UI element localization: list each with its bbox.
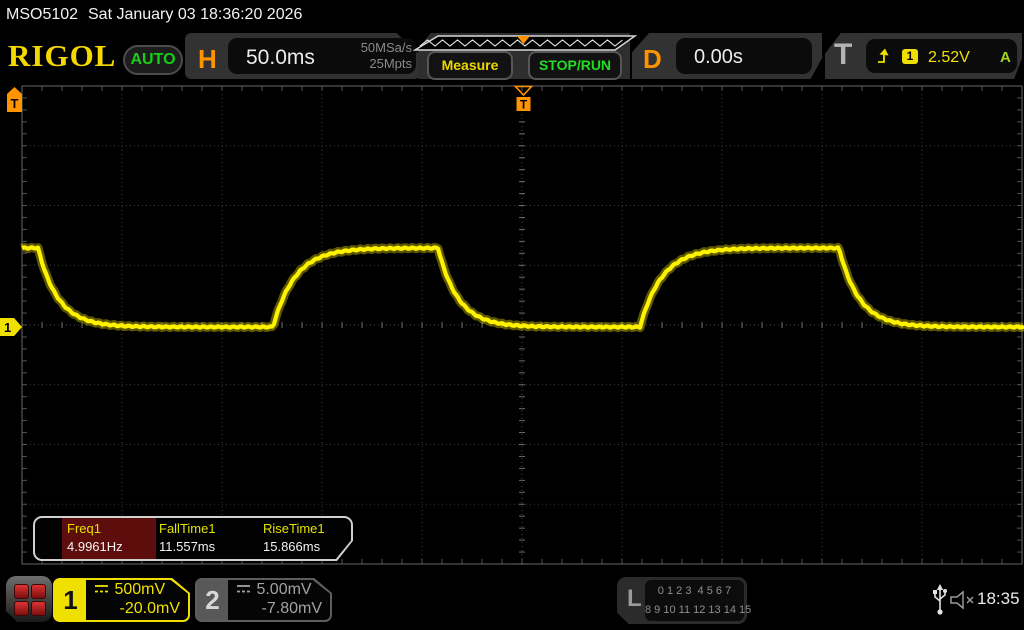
channel2-status-box[interactable]: 2 5.00mV -7.80mV [195,578,332,622]
trigger-position-marker[interactable]: T [513,85,534,113]
measurement-2-label[interactable]: FallTime1 [159,521,216,536]
dc-coupling-icon [95,585,108,593]
trigger-position-letter: T [520,98,528,112]
digital-channel-list[interactable]: 0 1 2 3 4 5 6 7 8 9 10 11 12 13 14 15 [645,580,751,621]
channel1-marker-label: 1 [4,320,12,335]
measurement-3-value: 15.866ms [263,539,321,554]
measurement-3-label[interactable]: RiseTime1 [263,521,325,536]
usb-icon [933,584,947,615]
clock-text: 18:35 [977,589,1020,608]
grid-icon [14,584,29,599]
speaker-muted-icon[interactable] [949,588,977,612]
channel1-number-tab[interactable]: 1 [55,580,86,620]
ch1-waveform-glow [19,242,1024,333]
grid-icon [31,601,46,616]
channel1-scale: 500mV [114,581,166,598]
measurement-1-value: 4.9961Hz [67,539,123,554]
measurement-1-label[interactable]: Freq1 [67,521,101,536]
channel1-status-box[interactable]: 1 500mV -20.0mV [53,578,190,622]
channel2-scale: 5.00mV [256,581,312,598]
channel2-offset: -7.80mV [261,600,322,617]
dc-coupling-icon [237,585,250,593]
channel1-offset: -20.0mV [119,600,180,617]
logic-analyzer-label: L [627,585,642,612]
channel2-number-tab[interactable]: 2 [197,580,228,620]
function-navigator-button[interactable] [6,576,52,622]
grid-icon [14,601,29,616]
oscilloscope-screen: MSO5102 Sat January 03 18:36:20 2026 RIG… [0,0,1024,630]
digital-row1: 0 1 2 3 4 5 6 7 [657,585,732,597]
digital-row2: 8 9 10 11 12 13 14 15 [645,604,752,616]
measurement-2-value: 11.557ms [159,539,216,554]
grid-icon [31,584,46,599]
